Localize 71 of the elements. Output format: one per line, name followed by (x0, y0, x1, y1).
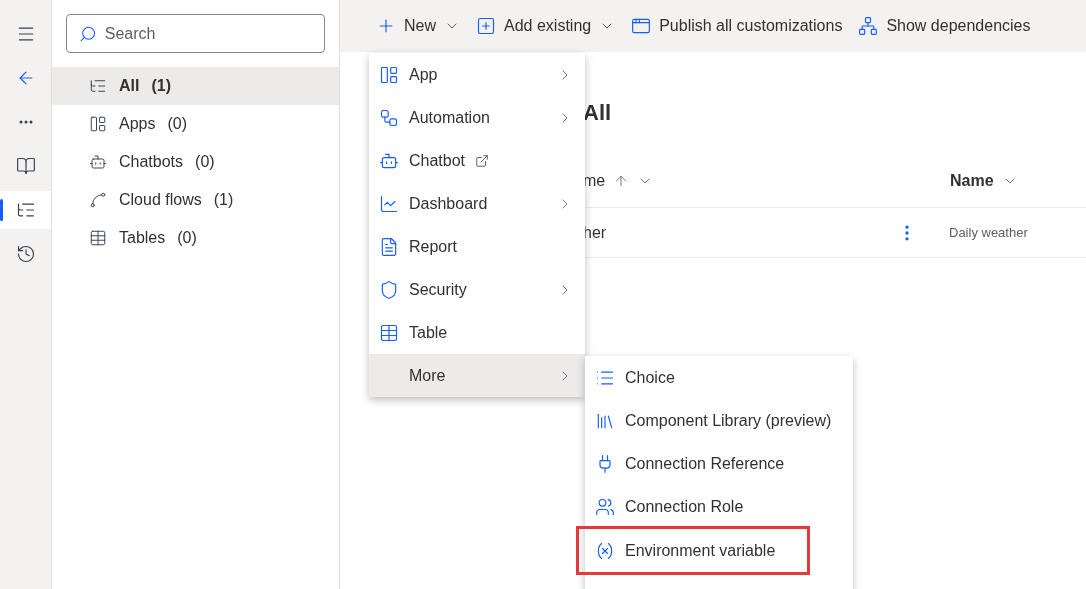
menu-label: Choice (625, 367, 675, 388)
menu-item[interactable]: Report (369, 225, 585, 268)
menu-label: Connection Reference (625, 453, 785, 474)
menu-label: More (409, 365, 446, 386)
table-cell-text: Daily weather (949, 223, 1028, 242)
nav-label: Tables (119, 228, 166, 248)
page-heading: All (583, 99, 613, 127)
rail-button[interactable] (0, 191, 51, 229)
nav-count: (1) (151, 76, 171, 96)
hierarchy-icon (858, 16, 879, 36)
menu-label: Table (409, 322, 448, 343)
nav-count: (0) (195, 152, 215, 172)
nav-count: (0) (177, 228, 197, 248)
menu-item[interactable]: Choice (585, 356, 853, 399)
menu-label: Automation (409, 107, 490, 128)
bot-icon (89, 153, 107, 171)
nav-item[interactable]: Cloud flows (1) (52, 181, 339, 219)
nav-item[interactable]: Tables (0) (52, 219, 339, 257)
more-icon (18, 120, 33, 124)
search-input[interactable]: Search (104, 21, 312, 46)
menu-label: Connection Role (625, 496, 744, 517)
report-icon (379, 236, 399, 257)
menu-item[interactable]: Security (369, 268, 585, 311)
menu-item[interactable]: Connection Role (585, 485, 853, 528)
menu-label: Component Library (preview) (625, 410, 832, 431)
list-icon (89, 77, 107, 95)
table-icon (379, 322, 399, 343)
chart-icon (379, 193, 399, 214)
variable-icon (595, 540, 615, 561)
table-icon (89, 229, 107, 247)
menu-item[interactable]: More (369, 354, 585, 397)
menu-label: Environment variable (625, 540, 776, 561)
grid-icon (379, 64, 399, 85)
history-icon (15, 244, 36, 264)
grid-icon (89, 115, 107, 133)
flow-icon (379, 107, 399, 128)
people-icon (595, 496, 615, 517)
menu-label: Chatbot (409, 150, 466, 171)
menu-item[interactable]: App (369, 53, 585, 96)
add-icon (476, 16, 496, 36)
nav-item[interactable]: Chatbots (0) (52, 143, 339, 181)
nav-item[interactable]: All (1) (52, 67, 339, 105)
menu-item[interactable]: Connection Reference (585, 442, 853, 485)
nav-label: Cloud flows (119, 190, 202, 210)
nav-label: Apps (119, 114, 156, 134)
menu-item[interactable]: Environment variable (579, 529, 807, 572)
search-box[interactable]: Search (66, 14, 325, 53)
menu-label: Dashboard (409, 193, 488, 214)
toolbar-button[interactable]: New (376, 14, 460, 38)
menu-item[interactable]: Automation (369, 96, 585, 139)
nav-label: All (119, 76, 140, 96)
menu-item[interactable]: Table (369, 311, 585, 354)
nav-count: (0) (167, 114, 188, 134)
toolbar-button[interactable]: Show dependencies (858, 14, 1031, 38)
toolbar-button[interactable]: Add existing (476, 14, 616, 38)
nav-label: Chatbots (119, 152, 184, 172)
menu-item[interactable]: Dashboard (369, 182, 585, 225)
shield-icon (379, 279, 399, 300)
menu-label: App (409, 64, 438, 85)
toolbar-button[interactable]: Publish all customizations (631, 14, 843, 38)
menu-item[interactable]: Chatbot (369, 139, 585, 182)
flow-icon (89, 191, 107, 209)
nav-item[interactable]: Apps (0) (52, 105, 339, 143)
menu-label: Security (409, 279, 467, 300)
menu-label: Report (409, 236, 458, 257)
menu-item[interactable]: Component Library (preview) (585, 399, 853, 442)
book-icon (15, 156, 36, 176)
selection-bar (0, 199, 3, 221)
nav-count: (1) (213, 190, 234, 210)
column-header[interactable]: Name (950, 169, 1018, 193)
window-icon (631, 16, 652, 36)
